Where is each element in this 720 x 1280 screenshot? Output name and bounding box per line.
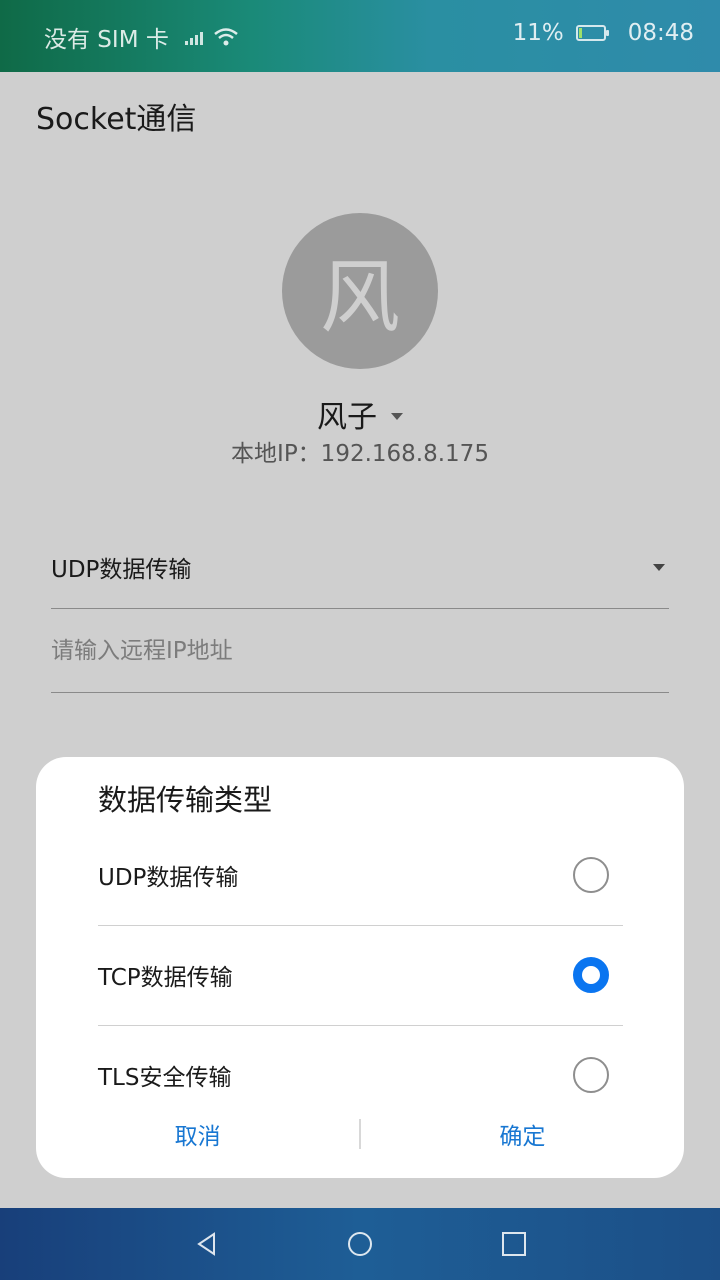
transfer-type-dialog: 数据传输类型 UDP数据传输 TCP数据传输 TLS安全传输 取消 确定 <box>36 757 684 1178</box>
user-selector[interactable]: 风子 <box>0 392 720 436</box>
option-udp[interactable]: UDP数据传输 <box>98 825 623 926</box>
battery-icon <box>575 25 609 41</box>
radio-button-checked[interactable] <box>573 957 609 993</box>
cancel-button[interactable]: 取消 <box>36 1117 359 1151</box>
option-label: TCP数据传输 <box>98 965 233 991</box>
radio-button[interactable] <box>573 1057 609 1093</box>
status-bar: 没有 SIM 卡 11% 08:48 <box>0 0 720 72</box>
user-name: 风子 <box>317 400 377 435</box>
status-right: 11% 08:48 <box>513 20 694 46</box>
battery-percent: 11% <box>512 20 564 46</box>
page-title: Socket通信 <box>36 102 197 137</box>
radio-button[interactable] <box>573 857 609 893</box>
transfer-type-select[interactable]: UDP数据传输 <box>51 525 669 609</box>
back-icon[interactable] <box>193 1230 221 1258</box>
option-label: UDP数据传输 <box>98 865 239 891</box>
remote-ip-field[interactable] <box>51 609 669 693</box>
navigation-bar <box>0 1208 720 1280</box>
confirm-button[interactable]: 确定 <box>361 1117 684 1151</box>
clock: 08:48 <box>627 20 694 46</box>
local-ip-text: 本地IP：192.168.8.175 <box>231 441 489 467</box>
transfer-type-value: UDP数据传输 <box>51 556 192 583</box>
dialog-title: 数据传输类型 <box>98 783 273 817</box>
chevron-down-icon <box>653 564 665 571</box>
wifi-icon <box>214 28 238 46</box>
recents-icon[interactable] <box>500 1230 528 1258</box>
option-tcp[interactable]: TCP数据传输 <box>98 925 623 1026</box>
avatar: 风 <box>282 213 438 369</box>
signal-icon <box>184 29 203 45</box>
dialog-buttons: 取消 确定 <box>36 1090 684 1178</box>
option-label: TLS安全传输 <box>98 1065 232 1091</box>
status-left: 没有 SIM 卡 <box>44 20 239 54</box>
remote-ip-input[interactable] <box>51 637 669 664</box>
home-icon[interactable] <box>346 1230 374 1258</box>
chevron-down-icon <box>391 412 403 420</box>
carrier-text: 没有 SIM 卡 <box>44 27 169 53</box>
